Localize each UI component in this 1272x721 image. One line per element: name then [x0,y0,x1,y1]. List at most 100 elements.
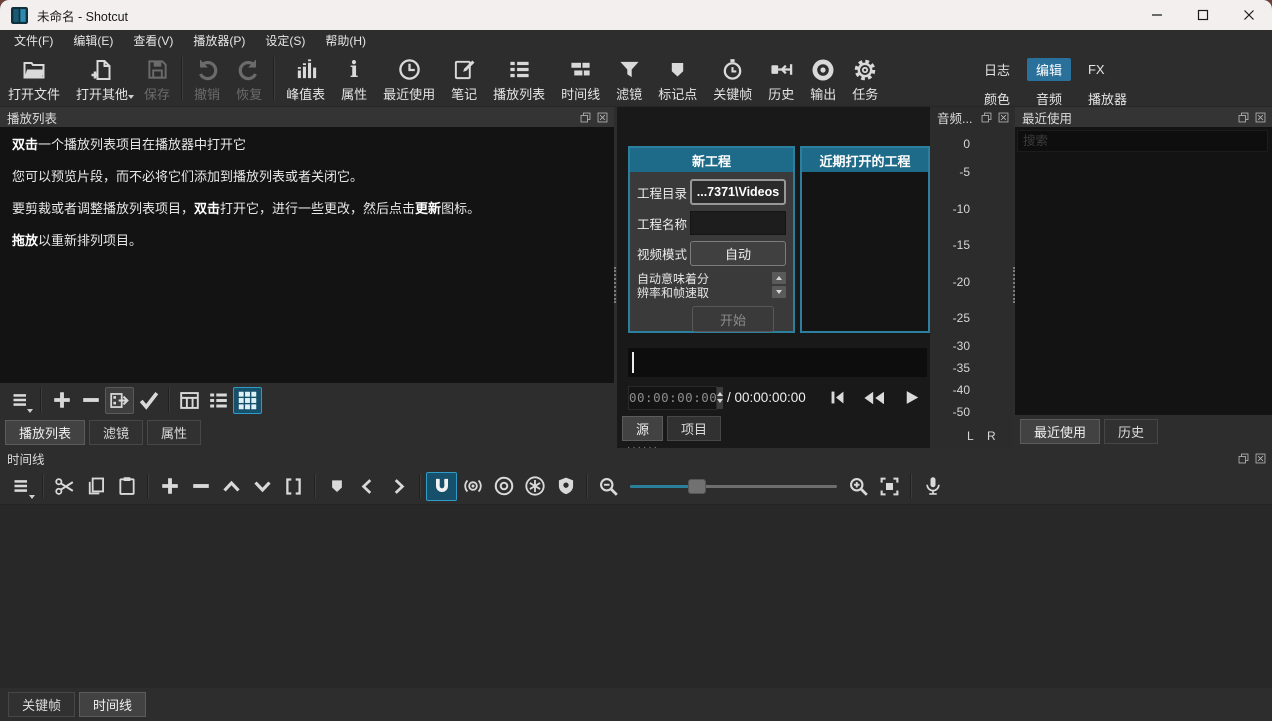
tab-project[interactable]: 项目 [667,416,721,441]
split-button[interactable] [278,472,309,501]
previous-marker-button[interactable] [352,472,383,501]
peak-meter-button[interactable]: 峰值表 [278,52,333,106]
player-seek-bar[interactable] [628,348,927,377]
maximize-button[interactable] [1180,0,1226,30]
bottom-dock-tabs: 关键帧 时间线 [0,688,1272,721]
view-icons-button[interactable] [233,387,262,414]
lift-button[interactable] [216,472,247,501]
tab-filters[interactable]: 滤镜 [89,420,143,445]
zoom-fit-button[interactable] [874,472,905,501]
db-scale-label: -5 [930,165,970,179]
playlist-remove-button[interactable] [76,387,105,414]
video-mode-button[interactable]: 自动 [690,241,786,266]
play-button[interactable] [898,386,925,410]
tab-history[interactable]: 历史 [1104,419,1158,444]
cut-button[interactable] [49,472,80,501]
tab-properties[interactable]: 属性 [147,420,201,445]
recent-projects-list[interactable] [802,172,928,329]
keyframes-button[interactable]: 关键帧 [705,52,760,106]
skip-to-start-button[interactable] [824,386,851,410]
timecode-spinner[interactable] [717,387,723,409]
rewind-button[interactable] [858,386,891,410]
open-other-button[interactable]: 打开其他 [68,52,136,106]
close-panel-icon[interactable] [595,110,609,124]
view-details-button[interactable] [175,387,204,414]
project-name-input[interactable] [690,211,786,235]
timecode-spinbox[interactable]: 00:00:00:00 [628,386,717,410]
timeline-zoom-slider[interactable] [630,478,837,494]
ripple-all-tracks-button[interactable] [519,472,550,501]
timeline-tracks-area[interactable] [0,505,1272,688]
view-tiles-button[interactable] [204,387,233,414]
menu-settings[interactable]: 设定(S) [255,30,315,52]
timeline-menu-button[interactable] [6,472,37,501]
close-panel-icon[interactable] [1253,110,1267,124]
tab-playlist[interactable]: 播放列表 [5,420,85,445]
float-panel-icon[interactable] [1236,110,1250,124]
append-button[interactable] [154,472,185,501]
snap-toggle-button[interactable] [426,472,457,501]
overwrite-button[interactable] [247,472,278,501]
playlist-append-button[interactable] [47,387,76,414]
playlist-menu-button[interactable] [6,387,35,414]
recent-button[interactable]: 最近使用 [375,52,443,106]
scrub-while-dragging-button[interactable] [457,472,488,501]
recent-files-list[interactable] [1015,154,1272,415]
project-folder-button[interactable]: ...7371\Videos [690,179,786,205]
tab-timeline[interactable]: 时间线 [79,692,146,717]
tab-recent[interactable]: 最近使用 [1020,419,1100,444]
chevron-down-icon [29,495,35,499]
minimize-button[interactable] [1134,0,1180,30]
zoom-in-button[interactable] [843,472,874,501]
playlist-update-button[interactable] [134,387,163,414]
start-button[interactable]: 开始 [692,306,774,332]
layout-logging-button[interactable]: 日志 [975,58,1019,81]
float-panel-icon[interactable] [979,110,993,124]
hint-scroll-down-button[interactable] [772,286,786,298]
menu-edit[interactable]: 编辑(E) [63,30,123,52]
filters-button[interactable]: 滤镜 [608,52,650,106]
magnet-icon [432,476,452,496]
menu-file[interactable]: 文件(F) [4,30,63,52]
copy-button[interactable] [80,472,111,501]
menu-player[interactable]: 播放器(P) [183,30,255,52]
menu-help[interactable]: 帮助(H) [315,30,376,52]
menu-view[interactable]: 查看(V) [123,30,183,52]
slider-handle[interactable] [688,479,706,494]
create-marker-button[interactable] [321,472,352,501]
close-panel-icon[interactable] [1253,451,1267,465]
export-button[interactable]: 输出 [802,52,844,106]
playlist-button[interactable]: 播放列表 [485,52,553,106]
zoom-out-button[interactable] [593,472,624,501]
marker-icon [328,477,346,495]
timeline-button[interactable]: 时间线 [553,52,608,106]
float-panel-icon[interactable] [578,110,592,124]
tab-source[interactable]: 源 [622,416,663,441]
float-panel-icon[interactable] [1236,451,1250,465]
hint-scroll-up-button[interactable] [772,272,786,284]
markers-button[interactable]: 标记点 [650,52,705,106]
properties-button[interactable]: i 属性 [333,52,375,106]
open-file-button[interactable]: 打开文件 [0,52,68,106]
record-audio-button[interactable] [917,472,948,501]
ripple-toggle-button[interactable] [488,472,519,501]
ripple-delete-button[interactable] [185,472,216,501]
layout-fx-button[interactable]: FX [1079,60,1114,79]
scissors-icon [54,476,75,497]
history-button[interactable]: 历史 [760,52,802,106]
next-marker-button[interactable] [383,472,414,501]
recent-search-input[interactable] [1017,130,1268,152]
undo-button[interactable]: 撤销 [186,52,228,106]
playhead-cursor[interactable] [632,352,634,373]
close-button[interactable] [1226,0,1272,30]
notes-button[interactable]: 笔记 [443,52,485,106]
redo-button[interactable]: 恢复 [228,52,270,106]
save-button[interactable]: 保存 [136,52,178,106]
paste-button[interactable] [111,472,142,501]
ripple-markers-button[interactable] [550,472,581,501]
close-panel-icon[interactable] [996,110,1010,124]
layout-editing-button[interactable]: 编辑 [1027,58,1071,81]
playlist-open-clip-button[interactable] [105,387,134,414]
tab-keyframes[interactable]: 关键帧 [8,692,75,717]
jobs-button[interactable]: 任务 [844,52,886,106]
